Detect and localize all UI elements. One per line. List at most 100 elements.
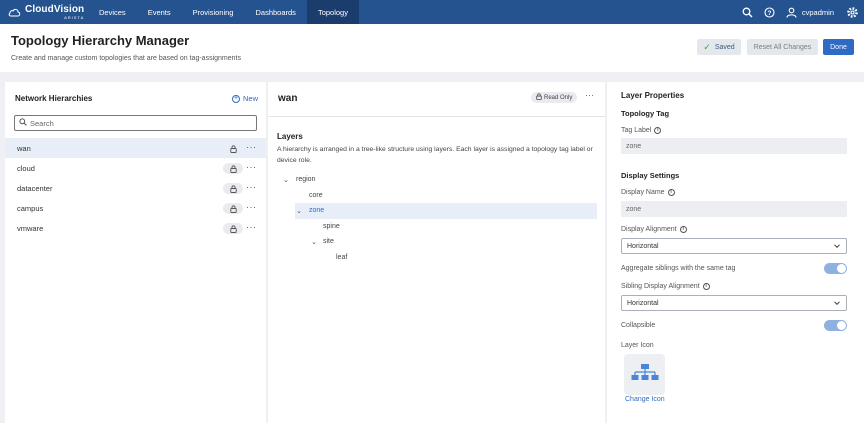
tree-node-site[interactable]: ⌄ site <box>268 234 605 250</box>
sibling-alignment-label: Sibling Display Alignment i <box>621 283 710 290</box>
nav-tabs: Devices Events Provisioning Dashboards T… <box>88 0 359 24</box>
layer-properties-panel: Layer Properties Topology Tag Tag Label … <box>607 82 864 423</box>
chevron-down-icon[interactable]: ⌄ <box>310 238 318 246</box>
hierarchy-search <box>14 115 257 131</box>
hierarchy-item-label: datacenter <box>17 183 53 193</box>
layer-icon-preview <box>624 354 665 395</box>
hierarchy-item-cloud[interactable]: cloud ··· <box>5 158 266 178</box>
network-hierarchies-panel: Network Hierarchies + New wan ··· cloud … <box>5 82 266 423</box>
nav-utilities: ? cvpadmin <box>733 0 860 24</box>
tree-node-label: leaf <box>336 253 348 261</box>
brand-sub: ARISTA <box>64 14 85 20</box>
tree-node-label: core <box>309 191 323 199</box>
info-icon[interactable]: i <box>667 189 675 196</box>
sibling-alignment-select[interactable]: Horizontal <box>621 295 847 311</box>
sibling-alignment-text: Sibling Display Alignment <box>621 283 700 290</box>
aggregate-siblings-label: Aggregate siblings with the same tag <box>621 265 736 272</box>
collapsible-toggle[interactable] <box>824 320 847 331</box>
aggregate-siblings-toggle[interactable] <box>824 263 847 274</box>
layer-tree: ⌄ region core ⌄ zone spine ⌄ site leaf <box>268 172 605 265</box>
read-only-badge: Read Only <box>531 92 578 103</box>
hierarchy-item-wan[interactable]: wan ··· <box>5 138 266 158</box>
more-options-icon[interactable]: ··· <box>246 142 257 152</box>
tree-node-leaf[interactable]: leaf <box>268 250 605 266</box>
cloudvision-logo[interactable]: CloudVision ARISTA <box>0 4 88 20</box>
nav-tab-dashboards[interactable]: Dashboards <box>244 0 306 24</box>
chevron-down-icon <box>833 242 841 252</box>
top-navigation-bar: CloudVision ARISTA Devices Events Provis… <box>0 0 864 24</box>
cloudvision-logo-icon <box>8 7 21 18</box>
info-icon[interactable]: i <box>679 226 687 233</box>
tree-node-core[interactable]: core <box>268 188 605 204</box>
new-label: New <box>242 94 258 103</box>
aggregate-siblings-row: Aggregate siblings with the same tag <box>621 263 847 274</box>
more-options-icon[interactable]: ··· <box>246 182 257 192</box>
tree-node-label: zone <box>309 207 325 215</box>
settings-gear-icon[interactable] <box>844 4 860 20</box>
display-settings-heading: Display Settings <box>621 171 680 180</box>
tree-node-region[interactable]: ⌄ region <box>268 172 605 188</box>
hierarchy-item-campus[interactable]: campus ··· <box>5 198 266 218</box>
read-only-label: Read Only <box>544 94 573 101</box>
chevron-down-icon[interactable]: ⌄ <box>295 207 303 215</box>
display-alignment-select[interactable]: Horizontal <box>621 238 847 254</box>
nav-tab-devices[interactable]: Devices <box>88 0 137 24</box>
new-hierarchy-button[interactable]: + New <box>231 94 258 103</box>
display-name-label: Display Name i <box>621 189 675 196</box>
tree-node-spine[interactable]: spine <box>268 219 605 235</box>
lock-icon <box>223 183 243 194</box>
svg-text:?: ? <box>768 10 772 17</box>
hierarchy-item-vmware[interactable]: vmware ··· <box>5 218 266 238</box>
search-icon <box>19 118 27 128</box>
user-icon <box>785 5 799 19</box>
username: cvpadmin <box>801 7 834 17</box>
chevron-down-icon <box>833 299 841 309</box>
more-options-icon[interactable]: ··· <box>246 222 257 232</box>
network-hierarchies-title: Network Hierarchies <box>15 94 93 103</box>
tree-node-label: region <box>296 176 316 184</box>
lock-icon <box>223 163 243 174</box>
hierarchy-list: wan ··· cloud ··· datacenter ··· campus … <box>5 138 266 238</box>
search-icon[interactable] <box>741 5 755 19</box>
display-alignment-label: Display Alignment i <box>621 226 687 233</box>
plus-circle-icon: + <box>231 94 240 103</box>
tree-node-label: site <box>323 238 334 246</box>
more-options-icon[interactable]: ··· <box>585 90 594 100</box>
page-subtitle: Create and manage custom topologies that… <box>11 55 241 62</box>
check-icon: ✓ <box>703 41 711 52</box>
page-header: Topology Hierarchy Manager Create and ma… <box>0 24 864 72</box>
collapsible-row: Collapsible <box>621 320 847 331</box>
search-input[interactable] <box>30 118 230 128</box>
tag-label-label: Tag Label i <box>621 127 662 134</box>
more-options-icon[interactable]: ··· <box>246 162 257 172</box>
hierarchy-detail-panel: wan Read Only ··· Layers A hierarchy is … <box>268 82 605 423</box>
help-icon[interactable]: ? <box>763 5 777 19</box>
user-menu[interactable]: cvpadmin <box>785 5 834 19</box>
saved-button[interactable]: ✓ Saved <box>697 39 741 55</box>
nav-tab-provisioning[interactable]: Provisioning <box>182 0 245 24</box>
info-icon[interactable]: i <box>654 127 662 134</box>
tag-label-text: Tag Label <box>621 127 652 134</box>
lock-icon <box>223 203 243 214</box>
lock-icon <box>223 143 243 154</box>
display-name-field: zone <box>621 201 847 217</box>
display-alignment-value: Horizontal <box>627 242 659 250</box>
nav-tab-events[interactable]: Events <box>137 0 182 24</box>
info-icon[interactable]: i <box>702 283 710 290</box>
chevron-down-icon[interactable]: ⌄ <box>282 176 290 184</box>
change-icon-link[interactable]: Change Icon <box>625 396 665 403</box>
layers-description: A hierarchy is arranged in a tree-like s… <box>277 146 593 164</box>
tree-node-zone[interactable]: ⌄ zone <box>295 203 597 219</box>
hierarchy-item-label: vmware <box>17 223 44 233</box>
done-button[interactable]: Done <box>823 39 854 55</box>
nav-tab-topology[interactable]: Topology <box>306 0 359 24</box>
page-title: Topology Hierarchy Manager <box>11 33 190 48</box>
saved-label: Saved <box>714 43 735 51</box>
sibling-alignment-value: Horizontal <box>627 299 659 307</box>
hierarchy-diagram-icon <box>631 363 659 387</box>
hierarchy-item-datacenter[interactable]: datacenter ··· <box>5 178 266 198</box>
reset-all-changes-button[interactable]: Reset All Changes <box>747 39 818 55</box>
more-options-icon[interactable]: ··· <box>246 202 257 212</box>
hierarchy-item-label: cloud <box>17 163 35 173</box>
lock-icon <box>536 93 542 102</box>
